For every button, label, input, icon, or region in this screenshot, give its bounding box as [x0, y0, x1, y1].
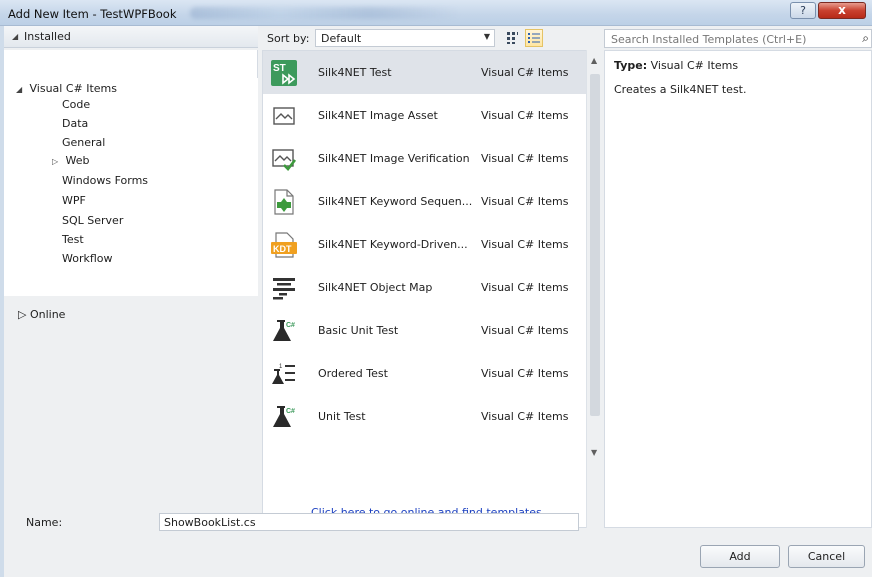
expanded-triangle-icon: ◢ [16, 85, 23, 94]
template-row-ordered-test[interactable]: 1 Ordered Test Visual C# Items [263, 352, 588, 395]
template-list: ST Silk4NET Test Visual C# Items Silk4NE… [262, 50, 588, 528]
title-bar-blur [190, 7, 460, 19]
grid-view-icon [507, 32, 518, 44]
collapsed-triangle-icon: ▷ [18, 308, 27, 321]
add-button[interactable]: Add [700, 545, 780, 568]
template-name: Unit Test [318, 410, 366, 423]
svg-text:KDT: KDT [273, 244, 292, 254]
silk4net-test-icon: ST [271, 60, 297, 86]
svg-text:ST: ST [273, 63, 286, 74]
name-input[interactable]: ShowBookList.cs [159, 513, 579, 531]
small-icons-view-button[interactable] [525, 29, 543, 47]
svg-text:1: 1 [279, 364, 283, 370]
type-value: Visual C# Items [650, 59, 739, 72]
dialog-body: ◢ Installed ◢ Visual C# Items Code Data … [4, 26, 872, 577]
sort-dropdown[interactable]: Default ▼ [315, 29, 495, 47]
svg-text:C#: C# [286, 322, 295, 329]
template-category: Visual C# Items [481, 238, 569, 251]
tree-item-windows-forms[interactable]: Windows Forms [62, 174, 148, 187]
template-category: Visual C# Items [481, 324, 569, 337]
tree-item-data[interactable]: Data [62, 117, 88, 130]
list-view-icon [528, 33, 540, 43]
template-name: Silk4NET Image Verification [318, 152, 470, 165]
template-name: Ordered Test [318, 367, 388, 380]
template-row-image-verification[interactable]: Silk4NET Image Verification Visual C# It… [263, 137, 588, 180]
tree-item-sql-server[interactable]: SQL Server [62, 214, 123, 227]
ordered-test-icon: 1 [272, 364, 295, 384]
help-button[interactable]: ? [790, 2, 816, 19]
name-label: Name: [26, 516, 63, 529]
template-name: Silk4NET Image Asset [318, 109, 438, 122]
image-verification-icon [272, 149, 297, 171]
scroll-up-arrow-icon[interactable]: ▲ [591, 56, 597, 65]
sort-label: Sort by: [267, 32, 310, 45]
scrollbar-thumb[interactable] [590, 74, 600, 416]
template-category: Visual C# Items [481, 410, 569, 423]
close-button[interactable]: x [818, 2, 866, 19]
template-category: Visual C# Items [481, 152, 569, 165]
tree-item-workflow[interactable]: Workflow [62, 252, 113, 265]
template-category: Visual C# Items [481, 281, 569, 294]
installed-header[interactable]: ◢ Installed [4, 26, 258, 48]
search-icon[interactable]: ⌕ [862, 31, 869, 46]
flask-icon: C# [273, 406, 295, 427]
svg-text:C#: C# [286, 408, 295, 415]
dropdown-arrow-icon: ▼ [483, 32, 490, 41]
search-templates-input[interactable]: Search Installed Templates (Ctrl+E) ⌕ [604, 29, 872, 48]
tree-item-label: Visual C# Items [29, 82, 118, 95]
scroll-down-arrow-icon[interactable]: ▼ [591, 448, 597, 457]
category-tree: ◢ Visual C# Items Code Data General ▷ We… [4, 78, 258, 320]
medium-icons-view-button[interactable] [503, 29, 521, 47]
image-asset-icon [273, 107, 295, 125]
template-row-keyword-driven[interactable]: KDT Silk4NET Keyword-Driven... Visual C#… [263, 223, 588, 266]
template-name: Silk4NET Keyword-Driven... [318, 238, 468, 251]
window-title: Add New Item - TestWPFBook [8, 7, 177, 21]
sort-toolbar: Sort by: Default ▼ [259, 26, 591, 50]
tree-item-online[interactable]: ▷ Online [18, 308, 65, 321]
tree-item-web[interactable]: ▷ Web [52, 154, 89, 167]
template-row-keyword-sequence[interactable]: Silk4NET Keyword Sequen... Visual C# Ite… [263, 180, 588, 223]
installed-label: Installed [24, 30, 71, 43]
template-category: Visual C# Items [481, 66, 569, 79]
tree-item-code[interactable]: Code [62, 98, 90, 111]
template-category-panel: ◢ Visual C# Items Code Data General ▷ We… [4, 50, 258, 528]
template-name: Silk4NET Object Map [318, 281, 433, 294]
template-category: Visual C# Items [481, 109, 569, 122]
type-label: Type: [614, 59, 648, 72]
collapse-triangle-icon: ◢ [12, 32, 19, 41]
tree-item-wpf[interactable]: WPF [62, 194, 86, 207]
template-row-image-asset[interactable]: Silk4NET Image Asset Visual C# Items [263, 94, 588, 137]
tree-item-label: Web [65, 154, 90, 167]
cancel-button[interactable]: Cancel [788, 545, 865, 568]
template-row-silk4net-test[interactable]: ST Silk4NET Test Visual C# Items [263, 51, 588, 94]
template-type-line: Type: Visual C# Items [614, 59, 738, 72]
object-map-icon [273, 278, 295, 300]
template-details-panel: Type: Visual C# Items Creates a Silk4NET… [604, 50, 872, 528]
tree-item-general[interactable]: General [62, 136, 105, 149]
template-row-unit-test[interactable]: C# Unit Test Visual C# Items [263, 395, 588, 438]
tree-item-visual-csharp[interactable]: ◢ Visual C# Items [16, 82, 117, 95]
tree-item-test[interactable]: Test [62, 233, 84, 246]
sort-value: Default [321, 32, 362, 45]
template-row-basic-unit-test[interactable]: C# Basic Unit Test Visual C# Items [263, 309, 588, 352]
template-category: Visual C# Items [481, 367, 569, 380]
search-placeholder: Search Installed Templates (Ctrl+E) [611, 33, 807, 46]
online-label: Online [29, 308, 66, 321]
online-section: ▷ Online [4, 296, 258, 528]
template-name: Silk4NET Test [318, 66, 392, 79]
template-description: Creates a Silk4NET test. [614, 83, 747, 96]
keyword-sequence-icon [274, 189, 294, 215]
kdt-icon: KDT [271, 232, 297, 258]
template-row-object-map[interactable]: Silk4NET Object Map Visual C# Items [263, 266, 588, 309]
template-category: Visual C# Items [481, 195, 569, 208]
template-name: Basic Unit Test [318, 324, 399, 337]
title-bar: Add New Item - TestWPFBook ? x [0, 0, 872, 26]
flask-icon: C# [273, 320, 295, 341]
collapsed-triangle-icon: ▷ [52, 157, 59, 166]
template-name: Silk4NET Keyword Sequen... [318, 195, 473, 208]
template-list-scrollbar[interactable]: ▲ ▼ [586, 50, 603, 528]
